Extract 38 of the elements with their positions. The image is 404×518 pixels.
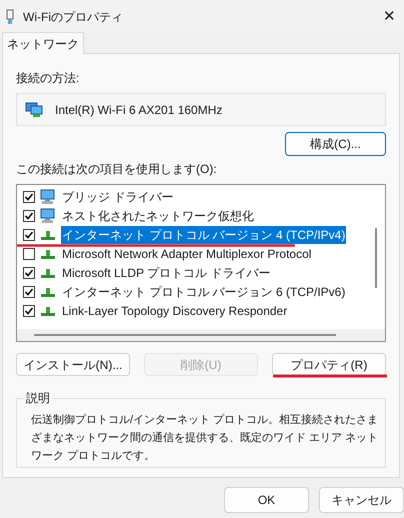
list-item[interactable]: インターネット プロトコル バージョン 6 (TCP/IPv6) — [61, 282, 346, 300]
horizontal-scrollbar[interactable] — [34, 334, 336, 336]
network-adapter-icon — [5, 8, 15, 24]
protocol-icon — [40, 304, 56, 316]
network-computers-icon — [25, 102, 43, 118]
install-button[interactable]: インストール(N)... — [16, 353, 130, 376]
list-item[interactable]: ブリッジ ドライバー — [61, 188, 174, 206]
close-button[interactable]: ✕ — [383, 9, 396, 24]
protocol-icon — [40, 266, 56, 278]
configure-button[interactable]: 構成(C)... — [285, 132, 386, 156]
tab[interactable]: ネットワーク — [2, 32, 84, 54]
checkbox[interactable] — [23, 190, 35, 202]
adapter-name: Intel(R) Wi-Fi 6 AX201 160MHz — [55, 102, 222, 118]
ok-button[interactable]: OK — [224, 487, 309, 513]
checkbox[interactable] — [23, 228, 35, 240]
checkbox[interactable] — [23, 248, 35, 260]
items-label: この接続は次の項目を使用します(O): — [16, 161, 218, 178]
protocol-icon — [40, 228, 56, 240]
checkbox[interactable] — [23, 266, 35, 278]
network-computer-icon — [40, 208, 56, 224]
checkbox[interactable] — [23, 286, 35, 298]
cancel-button[interactable]: キャンセル — [319, 487, 404, 513]
network-computer-icon — [40, 188, 56, 204]
list-item[interactable]: Microsoft Network Adapter Multiplexor Protocol — [61, 244, 312, 262]
list-item[interactable]: ネスト化されたネットワーク仮想化 — [61, 206, 255, 224]
protocol-icon — [40, 286, 56, 298]
window-title: Wi-Fiのプロパティ — [23, 8, 123, 26]
connect-using-label: 接続の方法: — [16, 70, 80, 87]
description-legend: 説明 — [24, 390, 52, 406]
list-item[interactable]: Link-Layer Topology Discovery Responder — [61, 302, 288, 320]
list-item[interactable]: インターネット プロトコル バージョン 4 (TCP/IPv4) — [61, 226, 346, 244]
protocol-icon — [40, 248, 56, 260]
description-text: 伝送制御プロトコル/インターネット プロトコル。相互接続されたさまざまなネットワーク間の通信を提供する、既定のワイド エリア ネットワーク プロトコルです。 — [31, 412, 380, 464]
list-item[interactable]: Microsoft LLDP プロトコル ドライバー — [61, 264, 272, 282]
checkbox[interactable] — [23, 304, 35, 316]
vertical-scrollbar[interactable] — [375, 228, 377, 288]
properties-button[interactable]: プロパティ(R) — [272, 353, 386, 376]
checkbox[interactable] — [23, 210, 35, 222]
